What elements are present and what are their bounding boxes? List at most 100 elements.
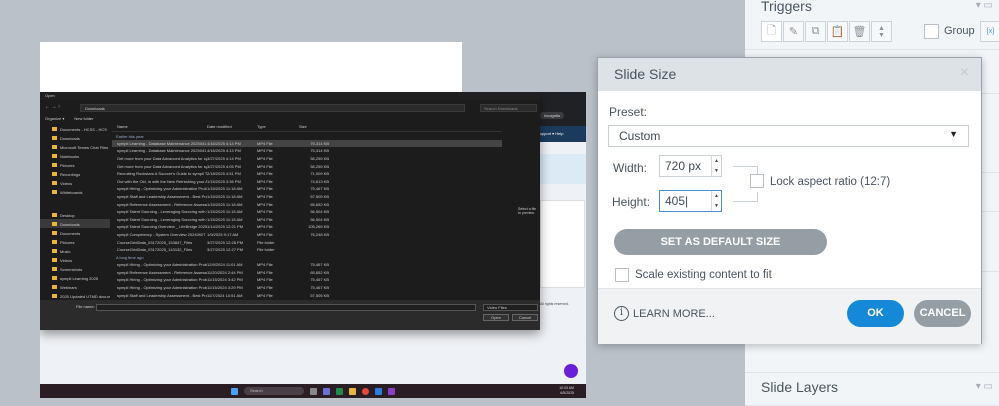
learn-more-label: LEARN MORE... [633,307,715,320]
folder-icon [52,240,57,244]
assistant-button[interactable] [564,364,578,378]
file-row[interactable]: sympli Staff and Leadership Assessment -… [112,291,502,299]
dialog-title: Slide Size [614,66,677,82]
file-row[interactable]: Recruiting Rockstars A Sourcer's Guide t… [112,170,502,178]
file-name: sympli Competency - System Overview 2024… [117,231,207,237]
taskbar-search[interactable]: Search [244,387,304,395]
new-trigger-icon[interactable]: 🗋 [761,21,782,42]
panel-menu-icon[interactable]: ▾ ▭ [976,0,993,11]
excel-icon[interactable] [336,387,343,395]
task-view-icon[interactable] [310,387,317,395]
file-type-select[interactable]: Video Files [483,304,538,311]
file-row[interactable]: sympli Learning - Database Maintenance 2… [112,147,502,155]
file-row[interactable]: sympli Hiring - Optimizing your Administ… [112,185,502,193]
nav-item[interactable]: Screenshots [40,264,110,273]
height-label: Height: [612,195,651,209]
cancel-button[interactable]: CANCEL [914,300,971,327]
new-folder-button[interactable]: New folder [74,116,93,121]
file-date: 3/27/2025 12:28 PM [207,239,244,245]
nav-item[interactable]: Videos [40,178,110,187]
file-name-input[interactable] [96,304,476,311]
file-row[interactable]: CourseGridData_03172025_153847_Files 3/27… [112,238,502,246]
teams-icon[interactable] [323,387,330,395]
organize-button[interactable]: Organize ▾ [45,116,64,121]
col-name[interactable]: Name [117,124,207,131]
width-stepper[interactable]: 720 px ▲ ▼ [659,155,722,177]
address-bar[interactable]: Downloads [80,104,465,112]
file-row[interactable]: sympli Staff and Leadership Assessment -… [112,193,502,201]
file-row[interactable]: Get more from your Data Advanced Analyti… [112,155,502,163]
file-row[interactable]: Out with the Old, in with the New Refres… [112,177,502,185]
nav-item[interactable]: Documents [40,228,110,237]
search-input[interactable]: Search Downloads [480,104,537,112]
copy-icon[interactable]: ⧉ [805,21,826,42]
group-header[interactable]: Earlier this year [112,132,502,140]
file-type: MP4 File [257,262,273,268]
move-up-down-icon[interactable]: ▲ ▼ [871,21,892,42]
nav-item[interactable]: Downloads [40,219,110,228]
panel-menu-icon[interactable]: ▾ ▭ [976,381,993,392]
file-row[interactable]: sympli Talent Sourcing Overview _ LifeBr… [112,223,502,231]
nav-item[interactable]: Whiteboards [40,187,110,196]
nav-item[interactable]: Microsoft Teams Chat Files [40,142,110,151]
scale-content-checkbox[interactable] [615,268,629,282]
nav-arrows-icon[interactable]: ← → ↑ [45,104,60,110]
open-button[interactable]: Open [483,314,509,321]
nav-item[interactable]: Notebooks [40,151,110,160]
group-checkbox[interactable] [924,24,939,39]
col-type[interactable]: Type [257,124,299,131]
file-row[interactable]: sympli Hiring - Optimizing your Administ… [112,276,502,284]
file-row[interactable]: sympli Learning - Database Maintenance 2… [112,139,502,148]
nav-item[interactable]: Pictures [40,237,110,246]
file-name: sympli Staff and Leadership Assessment -… [117,193,207,199]
stepper-arrows-icon[interactable]: ▲ ▼ [711,156,721,176]
nav-item[interactable]: Recordings [40,169,110,178]
file-row[interactable]: sympli Hiring - Optimizing your Administ… [112,284,502,292]
preset-select[interactable]: Custom ▼ [608,125,969,147]
outlook-icon[interactable] [375,387,382,395]
file-row[interactable]: sympli Competency - System Overview 2024… [112,231,502,239]
nav-item[interactable]: sympli Learning 2025 [40,273,110,282]
stepper-arrows-icon[interactable]: ▲ ▼ [711,191,721,211]
nav-item[interactable]: Desktop [40,210,110,219]
file-row[interactable]: sympli Hiring - Optimizing your Administ… [112,261,502,269]
variables-icon[interactable]: [x] [980,21,999,42]
delete-icon[interactable]: 🗑 [849,21,870,42]
file-row[interactable]: sympli Talent Sourcing - Leveraging Sour… [112,215,502,223]
chrome-icon[interactable] [362,387,369,395]
col-date[interactable]: Date modified [207,124,257,131]
ok-button[interactable]: OK [847,300,904,327]
start-icon[interactable] [231,387,238,395]
file-date: 1/15/2025 11:15 AM [207,209,243,215]
close-icon[interactable]: × [960,64,969,82]
nav-item[interactable]: Documents - HCSS - HCS [40,124,110,133]
col-size[interactable]: Size [299,124,329,131]
set-default-size-button[interactable]: SET AS DEFAULT SIZE [614,229,827,255]
file-size: 75,467 KB [310,262,329,268]
nav-item[interactable]: Music [40,246,110,255]
file-size: 56,255 KB [310,163,329,169]
height-stepper[interactable]: 405| ▲ ▼ [659,190,722,212]
nav-item[interactable]: Pictures [40,160,110,169]
nav-item[interactable]: Webinars [40,282,110,291]
paste-icon[interactable]: 📋 [827,21,848,42]
nav-item[interactable]: 2025 Updated UTMD documents [40,291,110,300]
nav-item-label: sympli Learning 2025 [60,275,99,281]
file-row[interactable]: Get more from your Data Advanced Analyti… [112,162,502,170]
cancel-open-button[interactable]: Cancel [512,314,538,321]
edit-trigger-icon[interactable]: ✎ [783,21,804,42]
file-row[interactable]: sympli Reference Assessment - Reference … [112,269,502,277]
file-row[interactable]: CourseGridData_03172025_143132_Files 3/27… [112,246,502,254]
nav-item[interactable]: Downloads [40,133,110,142]
help-link[interactable]: Help [555,131,563,136]
group-header[interactable]: A long time ago [112,253,502,261]
file-explorer-icon[interactable] [349,387,356,395]
file-row[interactable]: sympli Reference Assessment - Reference … [112,200,502,208]
learn-more-link[interactable]: i LEARN MORE... [614,306,715,321]
file-row[interactable]: sympli Talent Sourcing - Leveraging Sour… [112,208,502,216]
nav-item[interactable]: Videos [40,255,110,264]
file-date: 3/27/2025 12:27 PM [207,247,244,253]
onenote-icon[interactable] [388,387,395,395]
width-value: 720 px [665,159,702,173]
lock-aspect-checkbox[interactable] [750,174,764,188]
